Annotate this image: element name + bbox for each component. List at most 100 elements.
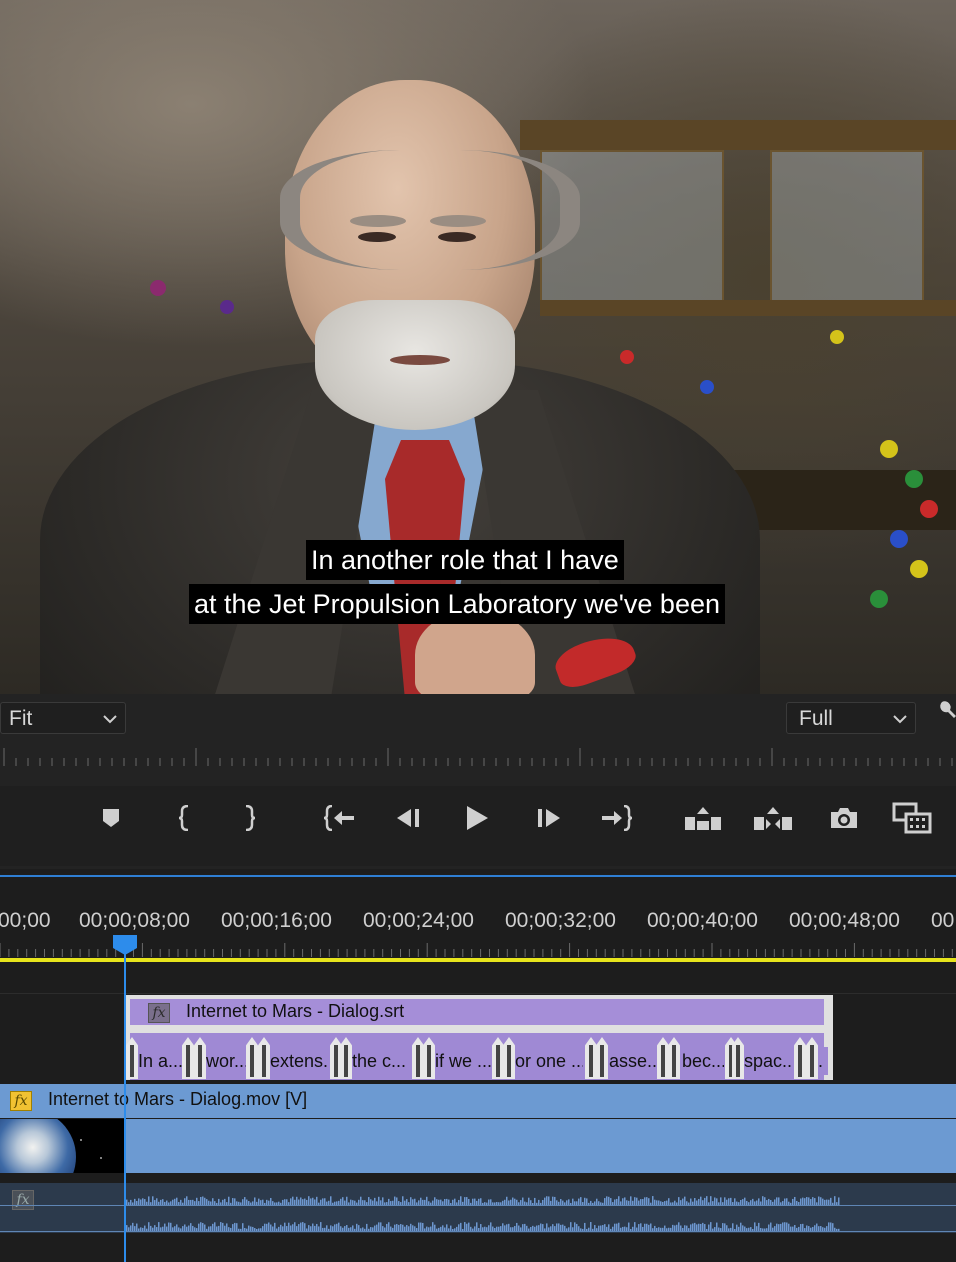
mark-in-button[interactable]: [163, 802, 207, 834]
waveform-bar: [534, 1226, 536, 1231]
waveform-bar: [272, 1226, 274, 1231]
waveform-bar: [280, 1224, 282, 1231]
waveform-bar: [212, 1198, 214, 1205]
segment-boundary[interactable]: [126, 1037, 138, 1079]
segment-boundary[interactable]: [194, 1037, 206, 1079]
segment-boundary[interactable]: [492, 1037, 504, 1079]
segment-boundary[interactable]: [657, 1037, 669, 1079]
waveform-bar: [180, 1228, 182, 1231]
waveform-bar: [578, 1198, 580, 1205]
waveform-bar: [540, 1202, 542, 1205]
waveform-bar: [660, 1201, 662, 1205]
mark-out-button[interactable]: [227, 802, 271, 834]
fx-icon[interactable]: fx: [12, 1190, 34, 1210]
waveform-bar: [630, 1228, 632, 1231]
waveform-bar: [642, 1226, 644, 1231]
waveform-bar: [368, 1197, 370, 1205]
go-to-in-button[interactable]: [318, 802, 362, 834]
segment-boundary[interactable]: [258, 1037, 270, 1079]
waveform-bar: [278, 1226, 280, 1231]
waveform-bar: [424, 1228, 426, 1231]
waveform-bar: [448, 1199, 450, 1205]
caption-segment[interactable]: extens...: [270, 1047, 328, 1075]
zoom-dropdown[interactable]: Fit: [0, 702, 126, 734]
caption-segment[interactable]: wor...: [206, 1047, 246, 1075]
waveform-bar: [756, 1226, 758, 1231]
add-marker-button[interactable]: [89, 802, 133, 834]
caption-segment[interactable]: the c...: [352, 1047, 408, 1075]
segment-boundary[interactable]: [340, 1037, 352, 1079]
waveform-bar: [734, 1228, 736, 1231]
waveform-bar: [626, 1227, 628, 1231]
caption-segment[interactable]: or one ...: [515, 1047, 583, 1075]
segment-boundary[interactable]: [246, 1037, 258, 1079]
resolution-dropdown[interactable]: Full: [786, 702, 916, 734]
waveform-bar: [744, 1226, 746, 1231]
segment-boundary[interactable]: [182, 1037, 194, 1079]
waveform-bar: [502, 1223, 504, 1231]
waveform-bar: [642, 1199, 644, 1205]
step-forward-button[interactable]: [527, 802, 571, 834]
waveform-bar: [184, 1198, 186, 1205]
waveform-bar: [556, 1223, 558, 1231]
waveform-bar: [646, 1197, 648, 1205]
waveform-bar: [288, 1202, 290, 1205]
waveform-bar: [720, 1228, 722, 1231]
segment-boundary[interactable]: [423, 1037, 435, 1079]
segment-boundary[interactable]: [668, 1037, 680, 1079]
waveform-bar: [242, 1223, 244, 1231]
caption-segment[interactable]: asse...: [609, 1047, 657, 1075]
compare-view-button[interactable]: [890, 802, 934, 834]
step-back-button[interactable]: [386, 802, 430, 834]
segment-boundary[interactable]: [806, 1037, 818, 1079]
waveform-bar: [750, 1227, 752, 1231]
waveform-bar: [230, 1202, 232, 1205]
waveform-bar: [222, 1199, 224, 1205]
play-button[interactable]: [455, 802, 499, 834]
caption-segment[interactable]: spac...: [744, 1047, 792, 1075]
bg-molecule: [905, 470, 923, 488]
person-hair: [280, 150, 580, 270]
caption-segment[interactable]: .: [818, 1047, 828, 1075]
waveform-bar: [702, 1222, 704, 1231]
segment-boundary[interactable]: [585, 1037, 597, 1079]
waveform-bar: [434, 1197, 436, 1205]
waveform-bar: [396, 1197, 398, 1205]
wrench-icon[interactable]: [938, 700, 956, 720]
fx-icon[interactable]: fx: [10, 1091, 32, 1111]
video-clip-label-bar[interactable]: fx Internet to Mars - Dialog.mov [V]: [0, 1084, 956, 1118]
waveform-bar: [306, 1228, 308, 1231]
waveform-bar: [414, 1226, 416, 1231]
waveform-bar: [766, 1200, 768, 1205]
waveform-bar: [194, 1227, 196, 1231]
waveform-bar: [172, 1199, 174, 1205]
waveform-bar: [136, 1201, 138, 1205]
waveform-bar: [536, 1202, 538, 1205]
waveform-bar: [432, 1222, 434, 1231]
waveform-bar: [136, 1223, 138, 1231]
segment-boundary[interactable]: [503, 1037, 515, 1079]
waveform-bar: [186, 1226, 188, 1231]
work-area-bar[interactable]: [0, 958, 956, 962]
segment-boundary[interactable]: [732, 1037, 744, 1079]
segment-boundary[interactable]: [596, 1037, 608, 1079]
segment-boundary[interactable]: [794, 1037, 806, 1079]
export-frame-button[interactable]: [822, 802, 866, 834]
waveform-bar: [622, 1226, 624, 1231]
go-to-out-button[interactable]: [594, 802, 638, 834]
waveform-bar: [416, 1202, 418, 1205]
audio-clip[interactable]: fx: [0, 1183, 956, 1233]
segment-boundary[interactable]: [412, 1037, 424, 1079]
caption-segment[interactable]: bec...: [682, 1047, 724, 1075]
monitor-time-ruler[interactable]: [0, 744, 956, 766]
caption-segment[interactable]: In a...: [138, 1047, 182, 1075]
waveform-bar: [650, 1202, 652, 1205]
video-clip[interactable]: [0, 1119, 956, 1173]
lift-button[interactable]: [681, 802, 725, 834]
waveform-bar: [290, 1198, 292, 1205]
extract-button[interactable]: [751, 802, 795, 834]
waveform-bar: [456, 1202, 458, 1205]
waveform-bar: [782, 1201, 784, 1205]
waveform-bar: [534, 1197, 536, 1205]
caption-segment[interactable]: if we ...: [435, 1047, 491, 1075]
